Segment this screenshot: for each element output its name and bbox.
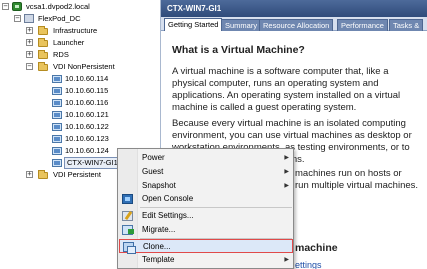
tree-label-vm: 10.10.60.124 [65,146,109,155]
tab-summary[interactable]: Summary [221,19,262,31]
tree-label-folder: VDI Persistent [53,170,101,179]
tab-performance[interactable]: Performance [337,19,388,31]
submenu-arrow-icon: ▶ [284,155,289,161]
menu-item-power[interactable]: Power ▶ [119,151,293,165]
menu-item-label: Migrate... [142,225,176,234]
tab-tasks[interactable]: Tasks & [389,19,424,31]
folder-icon [38,38,48,47]
tree-label-vm-selected: CTX-WIN7-GI1 [64,157,121,169]
menu-item-label: Clone... [143,242,171,251]
folder-icon [38,62,48,71]
tree-label-vm: 10.10.60.115 [65,86,109,95]
menu-item-label: Open Console [142,194,194,203]
context-menu: Power ▶ Guest ▶ Snapshot ▶ Open Console … [117,148,294,269]
collapse-toggle-icon[interactable]: − [14,15,21,22]
tree-label-folder: Infrastructure [53,26,98,35]
content-heading: What is a Virtual Machine? [172,44,305,56]
menu-item-label: Template [142,255,175,264]
datacenter-icon [24,14,34,23]
menu-item-open-console[interactable]: Open Console [119,192,293,206]
menu-item-template[interactable]: Template ▶ [119,253,293,267]
submenu-arrow-icon: ▶ [284,257,289,263]
tree-label-folder: RDS [53,50,69,59]
migrate-icon [122,225,134,235]
content-link[interactable]: ettings [295,260,322,269]
folder-icon [38,26,48,35]
vm-icon [52,111,62,119]
menu-item-edit-settings[interactable]: Edit Settings... [119,209,293,223]
vcenter-icon [12,2,22,11]
tree-label-folder: Launcher [53,38,85,47]
tree-label-vm: 10.10.60.114 [65,74,109,83]
menu-separator [140,207,292,208]
vm-icon [52,75,62,83]
menu-item-label: Power [142,153,165,162]
vm-icon [52,123,62,131]
panel-title: CTX-WIN7-GI1 [161,0,427,17]
expand-toggle-icon[interactable]: + [26,171,33,178]
tree-label-folder: VDI NonPersistent [53,62,115,71]
collapse-toggle-icon[interactable]: − [2,3,9,10]
expand-toggle-icon[interactable]: + [26,39,33,46]
menu-item-label: Edit Settings... [142,211,194,220]
expand-toggle-icon[interactable]: + [26,27,33,34]
tree-label-vm: 10.10.60.116 [65,98,109,107]
menu-item-snapshot[interactable]: Snapshot ▶ [119,179,293,193]
content-paragraph-tail: machines run on hosts or [295,168,402,179]
vm-icon [52,99,62,107]
tree-label-vm: 10.10.60.122 [65,122,109,131]
edit-settings-icon [122,211,133,221]
tab-getting-started[interactable]: Getting Started [164,18,223,31]
menu-item-label: Snapshot [142,181,176,190]
folder-icon [38,50,48,59]
tree-label-vcenter: vcsa1.dvpod2.local [26,2,90,11]
tree-label-datacenter: FlexPod_DC [38,14,81,23]
menu-item-label: Guest [142,167,164,176]
content-paragraph: A virtual machine is a software computer… [172,66,401,113]
content-paragraph-tail: run multiple virtual machines. [295,180,419,191]
clone-icon [123,242,136,254]
console-icon [122,194,133,204]
menu-item-clone[interactable]: Clone... [119,239,293,254]
submenu-arrow-icon: ▶ [284,183,289,189]
vm-icon [52,135,62,143]
tab-resource-allocation[interactable]: Resource Allocation [259,19,334,31]
tree-label-vm: 10.10.60.121 [65,110,109,119]
content-subheading: machine [295,242,338,254]
tab-strip: Getting Started Summary Resource Allocat… [161,17,427,31]
collapse-toggle-icon[interactable]: − [26,63,33,70]
menu-item-migrate[interactable]: Migrate... [119,223,293,237]
menu-item-guest[interactable]: Guest ▶ [119,165,293,179]
vm-icon [52,87,62,95]
vm-icon [52,159,62,167]
expand-toggle-icon[interactable]: + [26,51,33,58]
tree-label-vm: 10.10.60.123 [65,134,109,143]
vm-icon [52,147,62,155]
folder-icon [38,170,48,179]
submenu-arrow-icon: ▶ [284,169,289,175]
